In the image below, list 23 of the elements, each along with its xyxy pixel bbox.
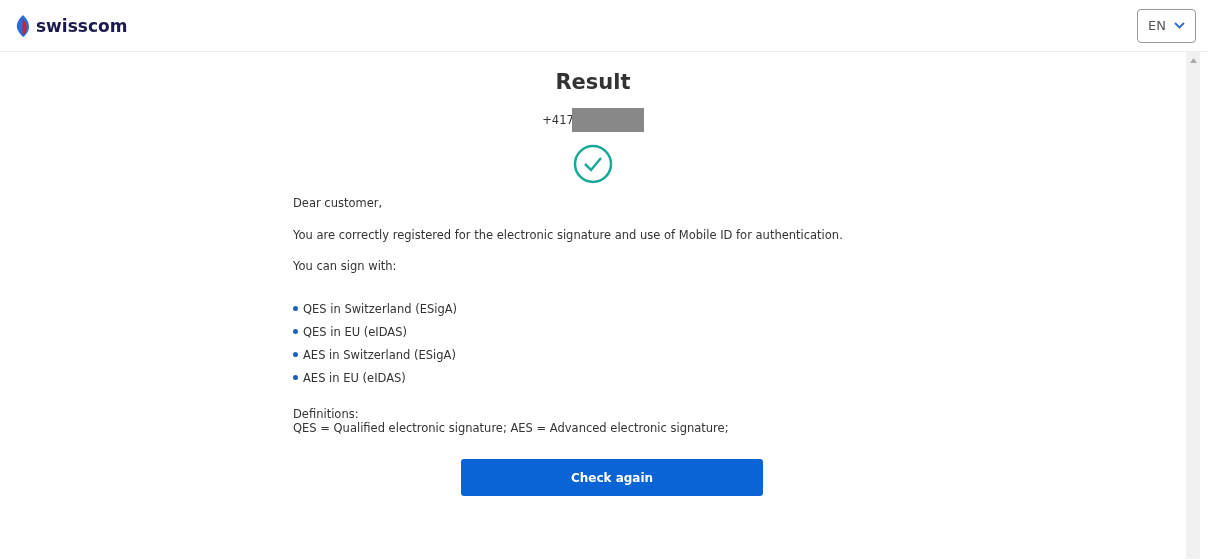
- option-text: QES in EU (eIDAS): [303, 324, 407, 339]
- list-intro: You can sign with:: [293, 259, 398, 273]
- message-text: You are correctly registered for the electronic signature and use of Mobile ID for authentication.: [293, 228, 844, 242]
- language-selector[interactable]: EN: [1137, 8, 1196, 43]
- scroll-up-icon: [1189, 58, 1197, 63]
- bullet-icon: [293, 352, 298, 357]
- bullet-icon: [293, 306, 298, 311]
- page-title: Result: [554, 70, 632, 94]
- check-again-button[interactable]: Check again: [461, 459, 763, 496]
- chevron-down-icon: [1174, 22, 1185, 29]
- scrollbar[interactable]: [1186, 52, 1200, 559]
- bullet-icon: [293, 375, 298, 380]
- definitions-text: QES = Qualified electronic signature; AES = Advanced electronic signature;: [293, 421, 730, 435]
- greeting-text: Dear customer,: [293, 196, 384, 210]
- bullet-icon: [293, 329, 298, 334]
- option-text: AES in Switzerland (ESigA): [303, 347, 456, 362]
- phone-number: +417: [542, 113, 574, 127]
- logo-icon: [16, 14, 30, 37]
- check-circle-icon: [573, 144, 613, 184]
- brand-name: swisscom: [36, 15, 128, 36]
- option-text: QES in Switzerland (ESigA): [303, 301, 458, 316]
- definitions-title: Definitions:: [293, 407, 360, 421]
- option-text: AES in EU (eIDAS): [303, 370, 406, 385]
